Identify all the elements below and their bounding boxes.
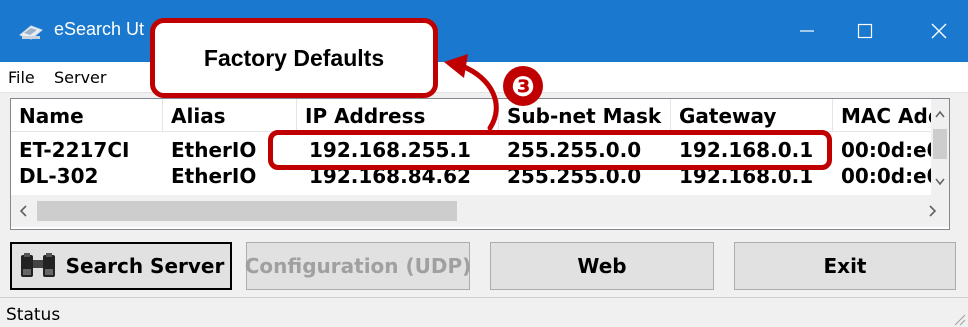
- search-server-button[interactable]: Search Server: [10, 242, 232, 290]
- menu-server[interactable]: Server: [54, 68, 106, 87]
- minimize-button[interactable]: [778, 0, 836, 62]
- exit-button[interactable]: Exit: [734, 242, 956, 290]
- binoculars-icon: [20, 253, 55, 277]
- search-server-label: Search Server: [65, 254, 225, 278]
- cell-name: ET-2217CI: [19, 138, 130, 162]
- web-button[interactable]: Web: [490, 242, 714, 290]
- esearch-app-icon: [19, 25, 43, 40]
- factory-defaults-callout: Factory Defaults: [150, 18, 438, 98]
- vertical-scrollbar[interactable]: [931, 99, 949, 195]
- close-icon: [931, 23, 947, 39]
- status-text: Status: [6, 305, 61, 325]
- highlighted-row-frame: [268, 130, 832, 170]
- column-gateway[interactable]: Gateway: [671, 99, 833, 131]
- scroll-left-icon[interactable]: [15, 203, 31, 219]
- column-alias[interactable]: Alias: [163, 99, 297, 131]
- exit-label: Exit: [823, 254, 867, 278]
- callout-text: Factory Defaults: [203, 44, 385, 71]
- list-header: Name Alias IP Address Sub-net Mask Gatew…: [11, 99, 949, 132]
- cell-mac-address: 00:0d:e0:f: [841, 138, 931, 162]
- menu-file[interactable]: File: [8, 68, 35, 87]
- scroll-arrows-icon: [933, 110, 947, 186]
- cell-name: DL-302: [19, 164, 99, 188]
- close-button[interactable]: [910, 0, 968, 62]
- column-ip-address[interactable]: IP Address: [297, 99, 499, 131]
- column-name[interactable]: Name: [11, 99, 163, 131]
- cell-mac-address: 00:0d:e0:!: [841, 164, 931, 188]
- maximize-icon: [857, 23, 873, 39]
- step-number-badge: ❸: [503, 66, 543, 106]
- configuration-udp-button[interactable]: Configuration (UDP): [244, 242, 472, 290]
- horizontal-scrollbar[interactable]: [11, 195, 949, 227]
- configuration-udp-label: Configuration (UDP): [244, 254, 472, 278]
- status-bar: Status: [0, 297, 968, 327]
- window-title: eSearch Ut: [54, 19, 145, 39]
- web-label: Web: [577, 254, 627, 278]
- menu-bar: File Server: [0, 62, 968, 93]
- title-bar: eSearch Ut: [0, 0, 968, 62]
- horizontal-scroll-thumb[interactable]: [37, 201, 457, 221]
- resize-grip-icon[interactable]: [952, 312, 966, 326]
- column-mac-address[interactable]: MAC Addr: [833, 99, 931, 131]
- minimize-icon: [800, 30, 814, 32]
- maximize-button[interactable]: [836, 0, 894, 62]
- scroll-right-icon[interactable]: [925, 203, 941, 219]
